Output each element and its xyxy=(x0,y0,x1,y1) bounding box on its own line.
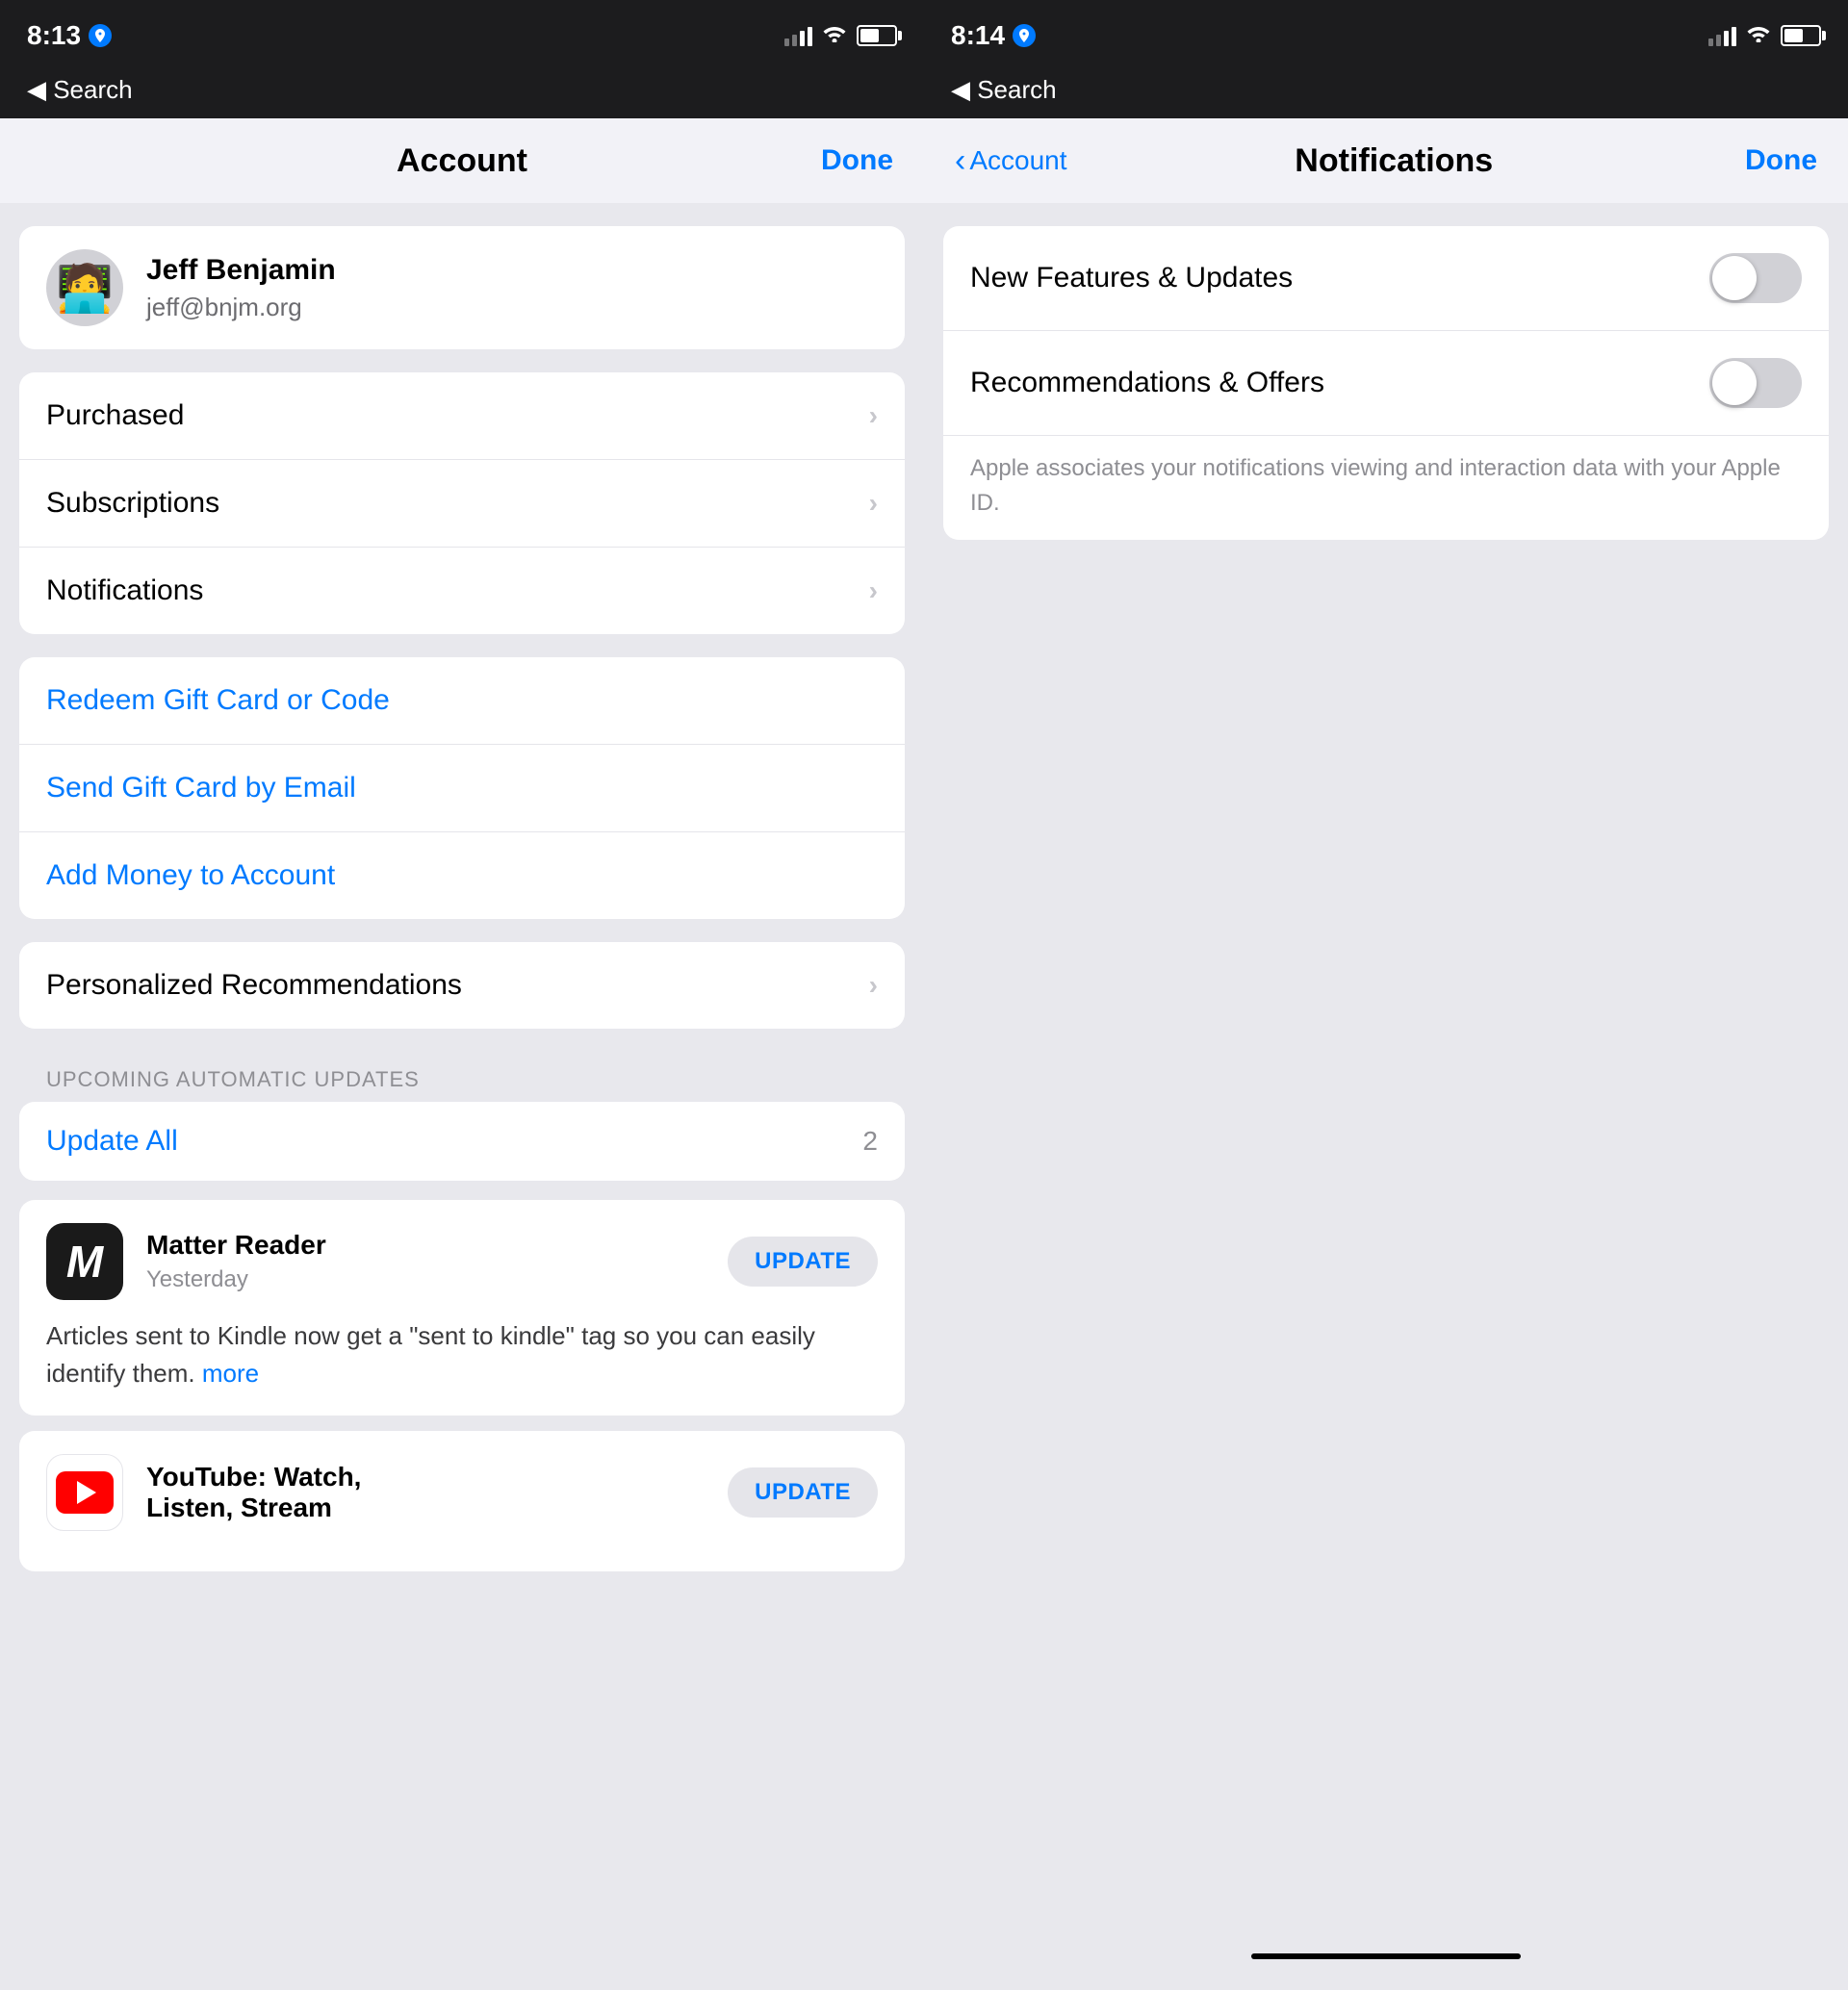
send-gift-label: Send Gift Card by Email xyxy=(46,772,356,804)
youtube-play-icon xyxy=(56,1471,114,1514)
battery-icon-right xyxy=(1781,25,1821,46)
recommendations-label: Personalized Recommendations xyxy=(46,969,462,1002)
back-label-right[interactable]: ◀ Search xyxy=(951,75,1057,105)
left-panel: 8:13 xyxy=(0,0,924,1990)
update-all-row[interactable]: Update All 2 xyxy=(19,1102,905,1181)
content-right: New Features & Updates Recommendations &… xyxy=(924,203,1848,1990)
chevron-back-icon: ‹ xyxy=(955,142,965,180)
gift-card: Redeem Gift Card or Code Send Gift Card … xyxy=(19,657,905,919)
menu-item-purchased[interactable]: Purchased › xyxy=(19,372,905,460)
purchased-label: Purchased xyxy=(46,399,184,432)
subscriptions-label: Subscriptions xyxy=(46,487,219,520)
update-all-label[interactable]: Update All xyxy=(46,1125,178,1158)
done-button-right[interactable]: Done xyxy=(1721,144,1817,177)
chevron-notifications: › xyxy=(869,575,878,606)
chevron-subscriptions: › xyxy=(869,488,878,519)
youtube-app-top: YouTube: Watch,Listen, Stream UPDATE xyxy=(46,1454,878,1531)
matter-app-name: Matter Reader xyxy=(146,1230,705,1261)
nav-title-left: Account xyxy=(127,142,797,180)
status-bar-left: 8:13 xyxy=(0,0,924,67)
matter-app-info: Matter Reader Yesterday xyxy=(146,1230,705,1293)
menu-card: Purchased › Subscriptions › Notification… xyxy=(19,372,905,634)
right-panel: 8:14 xyxy=(924,0,1848,1990)
matter-app-description: Articles sent to Kindle now get a "sent … xyxy=(46,1317,878,1392)
back-button-right[interactable]: ‹ Account xyxy=(955,142,1067,180)
status-bar-right-icons xyxy=(1708,23,1821,48)
recommendations-row[interactable]: Personalized Recommendations › xyxy=(19,942,905,1029)
status-bar-right-left xyxy=(784,23,897,48)
battery-icon-left xyxy=(857,25,897,46)
status-bar-right-left: 8:14 xyxy=(951,20,1036,51)
youtube-update-button[interactable]: UPDATE xyxy=(728,1467,878,1518)
youtube-app-name: YouTube: Watch,Listen, Stream xyxy=(146,1462,705,1523)
youtube-app-info: YouTube: Watch,Listen, Stream xyxy=(146,1462,705,1523)
home-indicator xyxy=(1251,1953,1521,1959)
matter-app-card: M Matter Reader Yesterday UPDATE Article… xyxy=(19,1200,905,1416)
toggle-knob-features xyxy=(1712,256,1757,300)
time-left: 8:13 xyxy=(27,20,81,51)
redeem-row[interactable]: Redeem Gift Card or Code xyxy=(19,657,905,745)
matter-more-link[interactable]: more xyxy=(202,1359,259,1388)
upcoming-label: UPCOMING AUTOMATIC UPDATES xyxy=(19,1052,905,1102)
avatar-emoji: 🧑‍💻 xyxy=(56,261,114,316)
new-features-row[interactable]: New Features & Updates xyxy=(943,226,1829,331)
back-search-left[interactable]: ◀ Search xyxy=(27,75,133,105)
nav-bar-right: ‹ Account Notifications Done xyxy=(924,118,1848,203)
content-left: 🧑‍💻 Jeff Benjamin jeff@bnjm.org Purchase… xyxy=(0,203,924,1990)
back-account-label[interactable]: Account xyxy=(969,145,1066,176)
back-search-right[interactable]: ◀ Search xyxy=(951,75,1057,105)
send-gift-row[interactable]: Send Gift Card by Email xyxy=(19,745,905,832)
chevron-purchased: › xyxy=(869,400,878,431)
done-button-left[interactable]: Done xyxy=(797,144,893,177)
youtube-app-card: YouTube: Watch,Listen, Stream UPDATE xyxy=(19,1431,905,1571)
matter-app-icon: M xyxy=(46,1223,123,1300)
user-email: jeff@bnjm.org xyxy=(146,293,336,322)
recommendations-toggle[interactable] xyxy=(1709,358,1802,408)
recommendations-offers-row[interactable]: Recommendations & Offers xyxy=(943,331,1829,436)
status-bar-right: 8:14 xyxy=(924,0,1848,67)
new-features-label: New Features & Updates xyxy=(970,262,1293,294)
avatar: 🧑‍💻 xyxy=(46,249,123,326)
wifi-icon-left xyxy=(822,23,847,48)
time-right: 8:14 xyxy=(951,20,1005,51)
redeem-label: Redeem Gift Card or Code xyxy=(46,684,390,717)
matter-m-icon: M xyxy=(66,1236,103,1288)
add-money-label: Add Money to Account xyxy=(46,859,335,892)
matter-app-top: M Matter Reader Yesterday UPDATE xyxy=(46,1223,878,1300)
recommendations-card[interactable]: Personalized Recommendations › xyxy=(19,942,905,1029)
youtube-app-icon xyxy=(46,1454,123,1531)
back-label-left[interactable]: ◀ Search xyxy=(27,75,133,105)
matter-update-button[interactable]: UPDATE xyxy=(728,1237,878,1287)
wifi-icon-right xyxy=(1746,23,1771,48)
user-card[interactable]: 🧑‍💻 Jeff Benjamin jeff@bnjm.org xyxy=(19,226,905,349)
signal-icon-right xyxy=(1708,25,1736,46)
user-name: Jeff Benjamin xyxy=(146,254,336,287)
chevron-recommendations: › xyxy=(869,970,878,1001)
update-count: 2 xyxy=(862,1126,878,1157)
recommendations-offers-label: Recommendations & Offers xyxy=(970,367,1324,399)
nav-bar-left: Account Done xyxy=(0,118,924,203)
nav-title-right: Notifications xyxy=(1067,142,1722,180)
location-icon-right xyxy=(1013,24,1036,47)
notification-footnote: Apple associates your notifications view… xyxy=(943,436,1829,540)
toggle-knob-recs xyxy=(1712,361,1757,405)
search-area-right[interactable]: ◀ Search xyxy=(924,67,1848,118)
notifications-label: Notifications xyxy=(46,574,203,607)
matter-app-date: Yesterday xyxy=(146,1266,705,1293)
notifications-card: New Features & Updates Recommendations &… xyxy=(943,226,1829,540)
user-info: Jeff Benjamin jeff@bnjm.org xyxy=(146,254,336,322)
location-icon-left xyxy=(89,24,112,47)
menu-item-subscriptions[interactable]: Subscriptions › xyxy=(19,460,905,548)
status-bar-left-content: 8:13 xyxy=(27,20,112,51)
youtube-triangle-icon xyxy=(77,1481,96,1504)
menu-item-notifications[interactable]: Notifications › xyxy=(19,548,905,634)
add-money-row[interactable]: Add Money to Account xyxy=(19,832,905,919)
search-area-left[interactable]: ◀ Search xyxy=(0,67,924,118)
new-features-toggle[interactable] xyxy=(1709,253,1802,303)
signal-icon-left xyxy=(784,25,812,46)
user-row[interactable]: 🧑‍💻 Jeff Benjamin jeff@bnjm.org xyxy=(19,226,905,349)
